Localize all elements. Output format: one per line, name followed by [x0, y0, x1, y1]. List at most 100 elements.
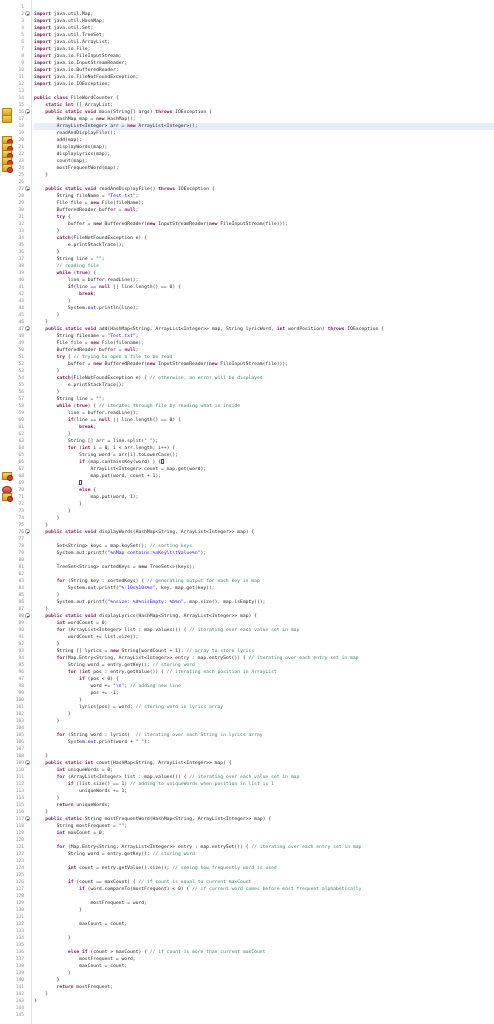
code-line[interactable]: ArrayList<Integer> count = map.get(word)…: [34, 466, 494, 473]
code-line[interactable]: import java.util.ArrayList;: [34, 39, 494, 46]
code-line[interactable]: [34, 557, 494, 564]
fold-toggle-icon[interactable]: [25, 11, 30, 16]
code-line[interactable]: [34, 893, 494, 900]
code-line[interactable]: break;: [34, 424, 494, 431]
code-line[interactable]: for (int pos : entry.getValue()) { // it…: [34, 669, 494, 676]
code-line[interactable]: e.printStackTrace();: [34, 242, 494, 249]
code-line[interactable]: buffer = new BufferedReader(new InputStr…: [34, 361, 494, 368]
fold-toggle-icon[interactable]: [25, 186, 30, 191]
code-line[interactable]: for (String word : lyrics) // iterating …: [34, 732, 494, 739]
code-line[interactable]: mostFrequent = word;: [34, 900, 494, 907]
code-line[interactable]: e.printStackTrace();: [34, 382, 494, 389]
code-line[interactable]: [34, 179, 494, 186]
code-line[interactable]: public static void displayWords(HashMap<…: [34, 529, 494, 536]
code-line[interactable]: for (ArrayList<Integer> list : map.value…: [34, 774, 494, 781]
code-line[interactable]: [34, 571, 494, 578]
code-line[interactable]: System.out.printf("%nMap contains:%nKey\…: [34, 550, 494, 557]
code-line[interactable]: try {: [34, 214, 494, 221]
code-line[interactable]: String word = entry.getKey(); // storing…: [34, 851, 494, 858]
code-line[interactable]: }: [34, 711, 494, 718]
code-line[interactable]: line = buffer.readLine();: [34, 410, 494, 417]
code-line[interactable]: }: [34, 753, 494, 760]
code-line[interactable]: [34, 536, 494, 543]
code-area[interactable]: import java.util.Map; import java.util.Ha…: [34, 0, 494, 1024]
code-line[interactable]: [34, 4, 494, 11]
code-line[interactable]: import java.io.FileInputStream;: [34, 53, 494, 60]
code-line[interactable]: [34, 725, 494, 732]
code-line[interactable]: System.out.println(line);: [34, 305, 494, 312]
code-line[interactable]: }: [34, 935, 494, 942]
code-line[interactable]: public class FileWordCounter {: [34, 95, 494, 102]
code-line[interactable]: map.put(word, 1);: [34, 494, 494, 501]
code-line[interactable]: if (map.containsKey(word) ) {: [34, 459, 494, 466]
code-line[interactable]: import java.util.TreeSet;: [34, 32, 494, 39]
code-line[interactable]: if (count == maxCount) { // if count is …: [34, 879, 494, 886]
warning-marker-icon[interactable]: [2, 115, 12, 123]
code-line[interactable]: [34, 872, 494, 879]
code-line[interactable]: int count = entry.getValue().size(); // …: [34, 865, 494, 872]
code-line[interactable]: System.out.printf("%-10s%10s%n", key, ma…: [34, 585, 494, 592]
code-line[interactable]: readAndDisplayFile();: [34, 130, 494, 137]
code-line[interactable]: File file = new File(filename);: [34, 340, 494, 347]
fold-toggle-icon[interactable]: [25, 613, 30, 618]
code-line[interactable]: }: [34, 515, 494, 522]
code-line[interactable]: static int [] ArrayList;: [34, 102, 494, 109]
code-line[interactable]: try { // trying to open a file to be rea…: [34, 354, 494, 361]
code-line[interactable]: for (String key : sortedKeys) { // gener…: [34, 578, 494, 585]
code-line[interactable]: uniqueWords += 1;: [34, 788, 494, 795]
code-line[interactable]: }: [34, 228, 494, 235]
code-line[interactable]: ArrayList<Integer> arr = new ArrayList<I…: [34, 123, 494, 130]
code-line[interactable]: // reading file: [34, 263, 494, 270]
code-line[interactable]: import java.util.Set;: [34, 25, 494, 32]
code-line[interactable]: return mostFrequent;: [34, 984, 494, 991]
code-line[interactable]: map.put(word, count + 1);: [34, 473, 494, 480]
code-line[interactable]: }: [34, 809, 494, 816]
code-line[interactable]: [34, 837, 494, 844]
code-line[interactable]: }: [34, 592, 494, 599]
code-line[interactable]: public static void readAndDisplayFile() …: [34, 186, 494, 193]
code-line[interactable]: String fileName = "Test.txt";: [34, 193, 494, 200]
code-line[interactable]: }: [34, 389, 494, 396]
code-line[interactable]: }: [34, 312, 494, 319]
code-line[interactable]: pos += -1;: [34, 690, 494, 697]
code-line[interactable]: import java.io.IOException;: [34, 81, 494, 88]
code-line[interactable]: String [] lyrics = new String[wordCount …: [34, 648, 494, 655]
code-line[interactable]: line = buffer.readLine();: [34, 277, 494, 284]
code-line[interactable]: int maxCount = 0;: [34, 830, 494, 837]
code-line[interactable]: lyrics[pos] = word; // storing word in l…: [34, 704, 494, 711]
code-line[interactable]: for(Map.Entry<String, ArrayList<Integer>…: [34, 655, 494, 662]
code-line[interactable]: public static void main(String[] args) t…: [34, 109, 494, 116]
code-line[interactable]: }: [34, 718, 494, 725]
code-line[interactable]: mostFrequent = word;: [34, 956, 494, 963]
fold-toggle-icon[interactable]: [25, 816, 30, 821]
code-line[interactable]: }: [34, 508, 494, 515]
code-line[interactable]: HashMap map = new HashMap();: [34, 116, 494, 123]
code-line[interactable]: [34, 914, 494, 921]
code-line[interactable]: }: [34, 991, 494, 998]
code-line[interactable]: }: [34, 249, 494, 256]
code-editor[interactable]: 1 2 3 4 5 6 7 8 9 10 11 12 13 14 15 16 17 18 19 20 21 22 23 24 2…: [0, 0, 494, 1024]
code-line[interactable]: Set<String> keys = map.keySet(); // sort…: [34, 543, 494, 550]
code-line[interactable]: public static String mostFrequentWord(Ha…: [34, 816, 494, 823]
code-line[interactable]: [34, 1005, 494, 1012]
code-line[interactable]: [34, 942, 494, 949]
code-line[interactable]: [34, 1012, 494, 1019]
code-line[interactable]: displayWords(map);: [34, 144, 494, 151]
code-line[interactable]: }: [34, 606, 494, 613]
code-line[interactable]: displayLyrics(map);: [34, 151, 494, 158]
code-line[interactable]: if (pos < 0) {: [34, 676, 494, 683]
code-line[interactable]: [34, 858, 494, 865]
code-line[interactable]: if (list.size() == 1) // adding to uniqu…: [34, 781, 494, 788]
code-line[interactable]: String [] arr = line.split(" ");: [34, 438, 494, 445]
code-line[interactable]: }: [34, 977, 494, 984]
code-line[interactable]: maxCount = count;: [34, 963, 494, 970]
code-line[interactable]: }: [34, 319, 494, 326]
code-line[interactable]: BufferedReader buffer = null;: [34, 207, 494, 214]
code-line[interactable]: buffer = new BufferedReader(new InputStr…: [34, 221, 494, 228]
quick-fix-marker-icon[interactable]: [2, 164, 13, 173]
code-line[interactable]: [34, 480, 494, 487]
code-line[interactable]: int uniqueWords = 0;: [34, 767, 494, 774]
code-line[interactable]: }: [34, 522, 494, 529]
code-line[interactable]: int wordCount = 0;: [34, 620, 494, 627]
code-line[interactable]: TreeSet<String> sortedKeys = new TreeSet…: [34, 564, 494, 571]
